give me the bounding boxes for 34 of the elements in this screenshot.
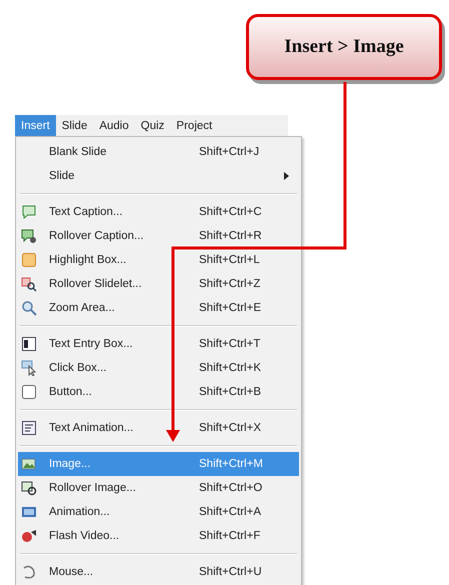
- highlight-box-icon: [21, 252, 37, 268]
- menu-item[interactable]: Button... Shift+Ctrl+B: [18, 380, 299, 404]
- menu-bar-item[interactable]: Slide: [56, 115, 94, 136]
- menu-bar-item[interactable]: Audio: [93, 115, 135, 136]
- menu-item[interactable]: Mouse... Shift+Ctrl+U: [18, 560, 299, 584]
- menu-item[interactable]: Text Entry Box... Shift+Ctrl+T: [18, 332, 299, 356]
- menu-item[interactable]: Blank Slide Shift+Ctrl+J: [18, 140, 299, 164]
- text-field-icon: [21, 336, 37, 352]
- menu-bar-item[interactable]: Insert: [15, 115, 56, 136]
- magnifier-icon: [21, 300, 37, 316]
- menu-item[interactable]: Animation... Shift+Ctrl+A: [18, 500, 299, 524]
- mouse-icon: [21, 564, 37, 580]
- menu-item[interactable]: Text Animation... Shift+Ctrl+X: [18, 416, 299, 440]
- menu-item[interactable]: Click Box... Shift+Ctrl+K: [18, 356, 299, 380]
- menu-item[interactable]: Rollover Slidelet... Shift+Ctrl+Z: [18, 272, 299, 296]
- pointer-icon: [21, 360, 37, 376]
- slidelet-icon: [21, 276, 37, 292]
- speech-bubble-icon: [21, 204, 37, 220]
- menu-item[interactable]: Rollover Image... Shift+Ctrl+O: [18, 476, 299, 500]
- menu-item[interactable]: Text Caption... Shift+Ctrl+C: [18, 200, 299, 224]
- menu-item[interactable]: Highlight Box... Shift+Ctrl+L: [18, 248, 299, 272]
- menu-item[interactable]: Slide: [18, 164, 299, 188]
- button-icon: [21, 384, 37, 400]
- text-animation-icon: [21, 420, 37, 436]
- menu-item[interactable]: Flash Video... Shift+Ctrl+F: [18, 524, 299, 548]
- picture-icon: [21, 480, 37, 496]
- menu-item[interactable]: Zoom Area... Shift+Ctrl+E: [18, 296, 299, 320]
- film-icon: [21, 504, 37, 520]
- menu-bar-item[interactable]: Project: [170, 115, 218, 136]
- video-camera-icon: [21, 528, 37, 544]
- menu-bar-item[interactable]: Quiz: [134, 115, 170, 136]
- picture-icon: [21, 456, 37, 472]
- menu-item[interactable]: Rollover Caption... Shift+Ctrl+R: [18, 224, 299, 248]
- speech-bubble-icon: [21, 228, 37, 244]
